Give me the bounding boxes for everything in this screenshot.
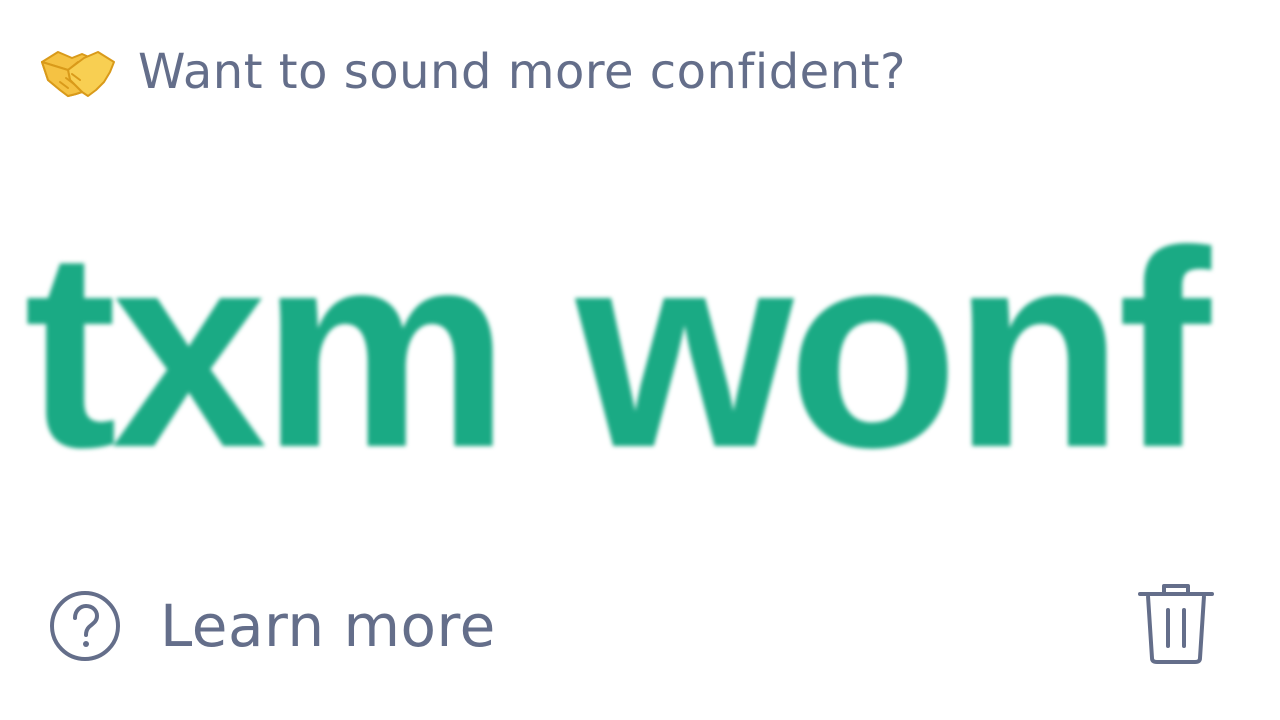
- learn-more-label: Learn more: [160, 592, 496, 660]
- suggestion-text[interactable]: txm wonf: [24, 200, 1211, 500]
- trash-icon: [1138, 584, 1214, 664]
- card-title: Want to sound more confident?: [138, 44, 906, 100]
- card-header: Want to sound more confident?: [38, 40, 906, 104]
- suggestion-card: Want to sound more confident? txm wonf L…: [0, 0, 1280, 720]
- question-circle-icon: [48, 589, 122, 663]
- handshake-icon: [38, 40, 118, 104]
- learn-more-link[interactable]: Learn more: [48, 588, 496, 664]
- delete-button[interactable]: [1136, 582, 1216, 666]
